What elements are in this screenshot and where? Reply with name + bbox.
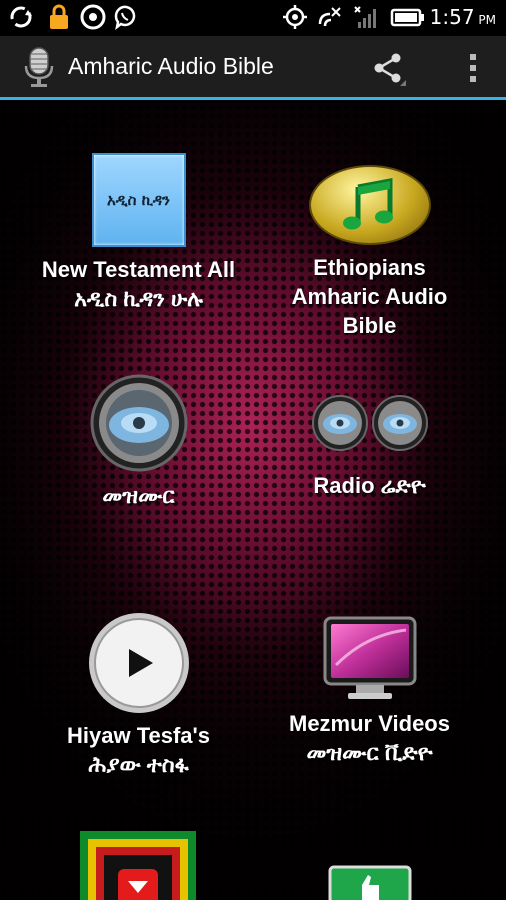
wifi-call-icon — [318, 7, 341, 27]
tile-label-line: Mezmur Videos — [289, 711, 450, 736]
lock-icon — [50, 4, 68, 29]
play-icon — [88, 613, 189, 713]
tile-label-line: አዲስ ኪዳን ሁሉ — [74, 286, 203, 311]
gps-icon — [283, 5, 307, 29]
tile-label: Mezmur Videos መዝሙር ቪድዮ — [243, 709, 496, 767]
tile-label-line: Hiyaw Tesfa's — [67, 723, 210, 748]
microphone-icon[interactable] — [22, 46, 56, 90]
tile-label-line: Amharic Audio — [291, 284, 448, 309]
tile-label: Radio ሬድዮ — [243, 471, 496, 500]
signal-icon — [354, 6, 376, 28]
action-bar: Amharic Audio Bible — [0, 36, 506, 100]
overflow-menu-icon[interactable] — [468, 52, 478, 84]
main-grid: አዲስ ኪዳን New Testament All አዲስ ኪዳን ሁሉ Eth… — [0, 103, 506, 900]
speaker-icon — [90, 374, 187, 472]
status-time: 1:57 PM — [429, 5, 496, 29]
monitor-icon — [323, 616, 416, 699]
status-bar: 1:57 PM — [0, 0, 506, 36]
tile-label-line: Ethiopians — [313, 255, 426, 280]
tile-label: New Testament All አዲስ ኪዳን ሁሉ — [12, 255, 265, 313]
app-title: Amharic Audio Bible — [68, 53, 274, 79]
tile-label-line: Bible — [342, 313, 397, 338]
tile-amharic-audio-bible[interactable]: Ethiopians Amharic Audio Bible — [243, 165, 496, 340]
tile-radio[interactable]: Radio ሬድዮ — [243, 393, 496, 500]
tile-label-line: Radio ሬድዮ — [313, 473, 426, 498]
new-testament-book-icon: አዲስ ኪዳን — [91, 153, 186, 247]
tile-label: Hiyaw Tesfa's ሕያው ተስፋ — [12, 721, 265, 779]
tile-mezmur-videos[interactable]: Mezmur Videos መዝሙር ቪድዮ — [243, 615, 496, 767]
battery-icon — [390, 8, 424, 27]
ethiopian-flag-video-icon[interactable] — [78, 829, 198, 900]
tile-label-line: መዝሙር ቪድዮ — [306, 740, 433, 765]
music-note-icon — [308, 165, 431, 245]
tile-label-line: ሕያው ተስፋ — [88, 752, 189, 777]
tile-label-line: New Testament All — [41, 257, 236, 282]
tile-label: መዝሙር — [12, 481, 265, 510]
radio-speakers-icon — [311, 395, 428, 451]
green-thumbs-up-icon[interactable] — [328, 863, 412, 900]
tile-label: Ethiopians Amharic Audio Bible — [243, 253, 496, 340]
book-icon-text: አዲስ ኪዳን — [107, 191, 170, 209]
chrome-icon — [80, 4, 106, 30]
tile-new-testament[interactable]: አዲስ ኪዳን New Testament All አዲስ ኪዳን ሁሉ — [12, 153, 265, 313]
sync-icon — [10, 6, 32, 28]
tile-label-line: መዝሙር — [102, 483, 175, 508]
share-icon[interactable] — [370, 50, 406, 86]
viber-icon — [114, 5, 136, 30]
tile-hiyaw-tesfa[interactable]: Hiyaw Tesfa's ሕያው ተስፋ — [12, 611, 265, 779]
tile-mezmur[interactable]: መዝሙር — [12, 373, 265, 510]
